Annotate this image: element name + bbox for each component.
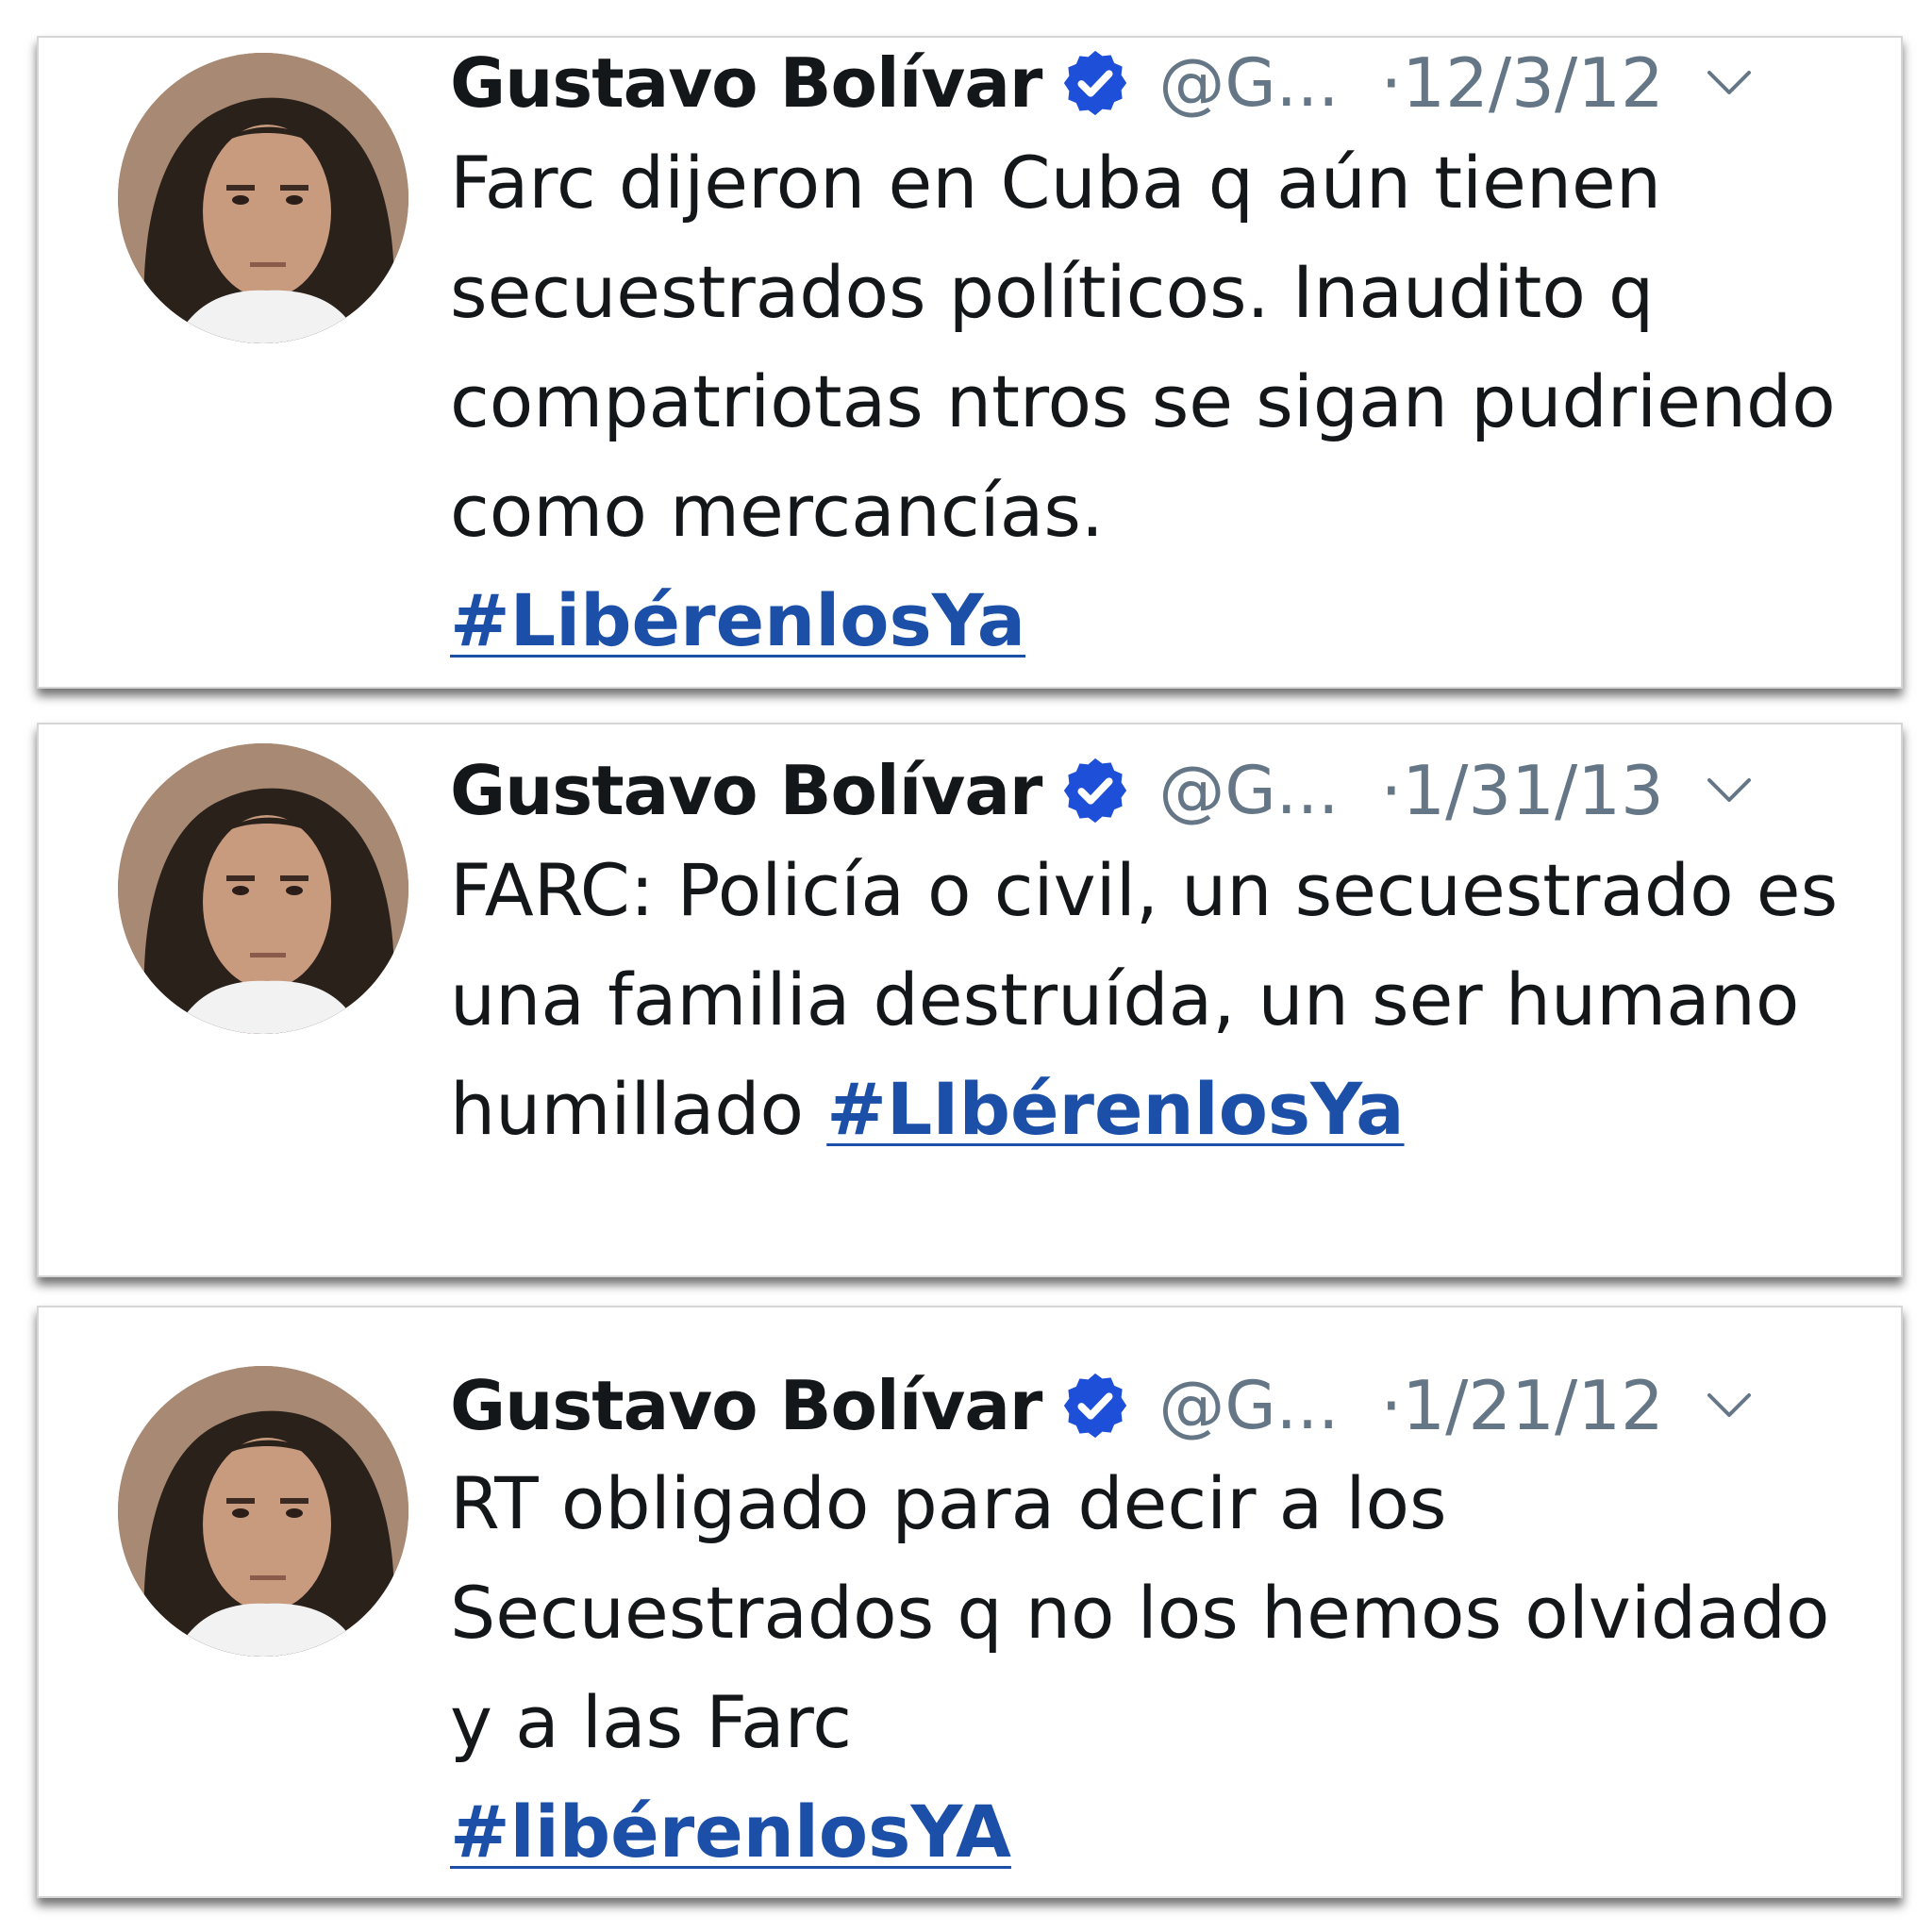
author-name[interactable]: Gustavo Bolívar	[450, 1366, 1042, 1445]
tweet-date[interactable]: ·12/3/12	[1380, 43, 1663, 123]
tweet-text: FARC: Policía o civil, un secuestrado es…	[450, 836, 1844, 1164]
avatar[interactable]	[118, 743, 408, 1034]
verified-badge-icon	[1058, 754, 1132, 827]
tweet-collage: Gustavo Bolívar @G... ·12/3/12 Farc dije…	[0, 0, 1932, 1932]
tweet-card[interactable]: Gustavo Bolívar @G... ·12/3/12 Farc dije…	[37, 36, 1903, 689]
hashtag-link[interactable]: #LibérenlosYa	[450, 578, 1025, 662]
chevron-down-icon[interactable]	[1706, 776, 1753, 805]
verified-badge-icon	[1058, 46, 1132, 120]
tweet-text-content: RT obligado para decir a los Secuestrado…	[450, 1461, 1830, 1764]
tweet-header: Gustavo Bolívar @G... ·12/3/12	[450, 38, 1844, 128]
tweet-card[interactable]: Gustavo Bolívar @G... ·1/21/12 RT obliga…	[37, 1306, 1903, 1898]
chevron-down-icon[interactable]	[1706, 1391, 1753, 1420]
tweet-header: Gustavo Bolívar @G... ·1/21/12	[450, 1360, 1844, 1451]
chevron-down-icon[interactable]	[1706, 69, 1753, 97]
author-handle[interactable]: @G...	[1158, 1367, 1339, 1444]
tweet-text: RT obligado para decir a los Secuestrado…	[450, 1449, 1844, 1887]
verified-badge-icon	[1058, 1369, 1132, 1442]
avatar[interactable]	[118, 1366, 408, 1657]
hashtag-link[interactable]: #libérenlosYA	[450, 1790, 1011, 1874]
tweet-date[interactable]: ·1/21/12	[1380, 1366, 1663, 1445]
tweet-header: Gustavo Bolívar @G... ·1/31/13	[450, 745, 1844, 836]
tweet-text-content: Farc dijeron en Cuba q aún tienen secues…	[450, 141, 1836, 553]
avatar[interactable]	[118, 53, 408, 343]
tweet-date[interactable]: ·1/31/13	[1380, 751, 1663, 830]
tweet-card[interactable]: Gustavo Bolívar @G... ·1/31/13 FARC: Pol…	[37, 723, 1903, 1277]
tweet-text: Farc dijeron en Cuba q aún tienen secues…	[450, 128, 1844, 675]
author-name[interactable]: Gustavo Bolívar	[450, 43, 1042, 123]
hashtag-link[interactable]: #LIbérenlosYa	[826, 1067, 1404, 1151]
author-handle[interactable]: @G...	[1158, 44, 1339, 122]
author-name[interactable]: Gustavo Bolívar	[450, 751, 1042, 830]
author-handle[interactable]: @G...	[1158, 752, 1339, 829]
